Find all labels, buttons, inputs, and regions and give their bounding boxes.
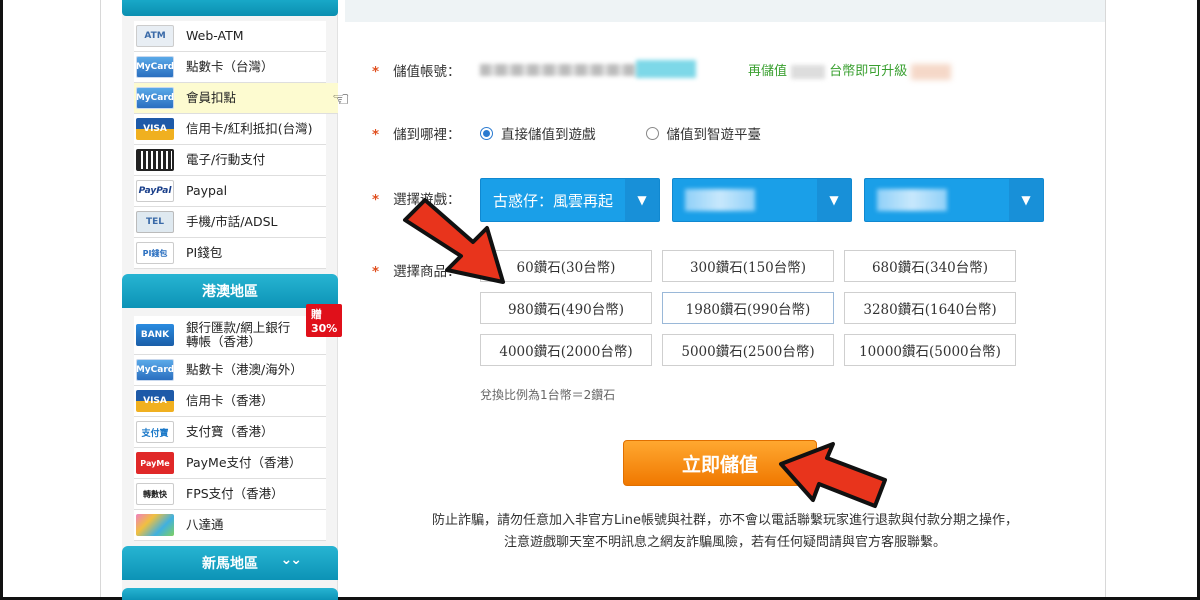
server-select[interactable]: ▼ — [672, 178, 852, 222]
server-value-blurred — [685, 189, 755, 211]
target-radio-group: 直接儲值到遊戲 儲值到智遊平臺 — [480, 123, 761, 143]
sidebar-item-hk-fps[interactable]: 轉數快 FPS支付（香港） — [134, 479, 326, 510]
sidebar-item-label: FPS支付（香港） — [186, 486, 284, 501]
radio-direct-game-label[interactable]: 直接儲值到遊戲 — [501, 123, 596, 143]
alipay-icon: 支付寶 — [136, 421, 174, 443]
sidebar-item-label: 銀行匯款/網上銀行轉帳（香港） — [186, 320, 291, 349]
product-option[interactable]: 10000鑽石(5000台幣) — [844, 334, 1016, 366]
bank-icon: BANK — [136, 324, 174, 346]
fps-icon: 轉數快 — [136, 483, 174, 505]
product-option[interactable]: 1980鑽石(990台幣) — [662, 292, 834, 324]
sidebar-item-hk-bank-transfer[interactable]: BANK 銀行匯款/網上銀行轉帳（香港） 贈30% — [134, 304, 343, 355]
annotation-arrow-icon — [403, 198, 505, 284]
sidebar-item-label: Paypal — [186, 183, 228, 198]
sidebar-top-bar — [122, 0, 338, 16]
sidebar-item-taiwan-point-card[interactable]: MyCard 點數卡（台灣） — [134, 52, 326, 83]
hk-payment-list: BANK 銀行匯款/網上銀行轉帳（香港） 贈30% MyCard 點數卡（港澳/… — [134, 304, 343, 541]
notice-line: 注意遊戲聊天室不明訊息之網友詐騙風險，若有任何疑問請與官方客服聯繫。 — [503, 535, 946, 550]
caret-down-icon: ▼ — [625, 179, 659, 221]
sidebar-item-mobile-payment[interactable]: 電子/行動支付 — [134, 145, 326, 176]
caret-down-icon: ▼ — [817, 179, 851, 221]
paypal-icon: PayPal — [136, 180, 174, 202]
sidebar-item-member-points[interactable]: MyCard 會員扣點 ☜ — [134, 83, 350, 114]
product-option[interactable]: 300鑽石(150台幣) — [662, 250, 834, 282]
phone-icon: TEL — [136, 211, 174, 233]
double-chevron-down-icon: ⌄⌄ — [280, 552, 303, 568]
taiwan-payment-list: ATM Web-ATM MyCard 點數卡（台灣） MyCard 會員扣點 ☜… — [134, 21, 350, 269]
sidebar-item-label: 電子/行動支付 — [186, 152, 266, 167]
sidebar-item-phone-adsl[interactable]: TEL 手機/市話/ADSL — [134, 207, 326, 238]
mycard-icon: MyCard — [136, 87, 174, 109]
sidebar-item-pi-wallet[interactable]: PI錢包 PI錢包 — [134, 238, 326, 269]
sidebar-item-hk-point-card[interactable]: MyCard 點數卡（港澳/海外） — [134, 355, 326, 386]
bonus-badge: 贈30% — [306, 304, 343, 337]
amount-blurred — [791, 64, 826, 79]
sidebar-item-credit-card-tw[interactable]: VISA 信用卡/紅利抵扣(台灣) — [134, 114, 326, 145]
mycard-icon: MyCard — [136, 359, 174, 381]
sidebar-item-label: PayMe支付（香港） — [186, 455, 302, 470]
mycard-icon: MyCard — [136, 56, 174, 78]
octopus-icon — [136, 514, 174, 536]
sidebar-item-label: 信用卡/紅利抵扣(台灣) — [186, 121, 313, 136]
required-star-icon: * — [372, 264, 380, 280]
radio-platform[interactable] — [645, 126, 659, 140]
sidebar-item-hk-credit-card[interactable]: VISA 信用卡（香港） — [134, 386, 326, 417]
sidebar-item-hk-payme[interactable]: PayMe PayMe支付（香港） — [134, 448, 326, 479]
caret-down-icon: ▼ — [1009, 179, 1043, 221]
region-header-next — [122, 588, 338, 600]
sidebar-item-label: 點數卡（台灣） — [186, 59, 274, 74]
sidebar-item-label: 手機/市話/ADSL — [186, 214, 278, 229]
visa-icon: VISA — [136, 118, 174, 140]
product-option[interactable]: 680鑽石(340台幣) — [844, 250, 1016, 282]
product-option[interactable]: 3280鑽石(1640台幣) — [844, 292, 1016, 324]
annotation-arrow-icon — [779, 442, 887, 508]
character-value-blurred — [877, 189, 947, 211]
payme-icon: PayMe — [136, 452, 174, 474]
region-header-label: 新馬地區 — [202, 556, 258, 572]
sidebar-item-label: PI錢包 — [186, 245, 223, 260]
sidebar-item-label: 會員扣點 — [186, 90, 237, 105]
account-label: * 儲值帳號： — [372, 64, 461, 80]
pointing-hand-icon: ☜ — [332, 87, 350, 111]
level-blurred — [911, 63, 952, 80]
webatm-icon: ATM — [136, 25, 174, 47]
account-value-blurred — [636, 60, 696, 78]
top-strip — [345, 0, 1105, 22]
region-header-sg-my[interactable]: 新馬地區 ⌄⌄ — [122, 546, 338, 580]
required-star-icon: * — [372, 64, 380, 80]
region-header-hk-macau[interactable]: 港澳地區 — [122, 274, 338, 308]
sidebar-item-octopus[interactable]: 八達通 — [134, 510, 326, 541]
fraud-notice: 防止詐騙，請勿任意加入非官方Line帳號與社群，亦不會以電話聯繫玩家進行退款與付… — [360, 510, 1090, 554]
product-option[interactable]: 980鑽石(490台幣) — [480, 292, 652, 324]
exchange-ratio-text: 兌換比例為1台幣＝2鑽石 — [480, 388, 616, 402]
piwallet-icon: PI錢包 — [136, 242, 174, 264]
sidebar-item-label: 點數卡（港澳/海外） — [186, 362, 303, 377]
product-option[interactable]: 4000鑽石(2000台幣) — [480, 334, 652, 366]
radio-platform-label[interactable]: 儲值到智遊平臺 — [667, 123, 762, 143]
account-value-blurred — [480, 64, 640, 76]
required-star-icon: * — [372, 127, 380, 143]
sidebar-item-label: 八達通 — [186, 517, 224, 532]
qrcode-icon — [136, 149, 174, 171]
sidebar-item-hk-alipay[interactable]: 支付寶 支付寶（香港） — [134, 417, 326, 448]
radio-direct-game[interactable] — [480, 126, 493, 140]
region-header-label: 港澳地區 — [202, 284, 258, 300]
target-label: * 儲到哪裡： — [372, 127, 461, 143]
sidebar-item-webatm[interactable]: ATM Web-ATM — [134, 21, 326, 52]
required-star-icon: * — [372, 192, 380, 208]
sidebar-item-label: 支付寶（香港） — [186, 424, 274, 439]
product-option[interactable]: 5000鑽石(2500台幣) — [662, 334, 834, 366]
sidebar-item-paypal[interactable]: PayPal Paypal — [134, 176, 326, 207]
upgrade-hint: 再儲值 台幣即可升級 — [748, 60, 952, 80]
character-select[interactable]: ▼ — [864, 178, 1044, 222]
payment-sidebar: ATM Web-ATM MyCard 點數卡（台灣） MyCard 會員扣點 ☜… — [122, 0, 350, 600]
sidebar-item-label: 信用卡（香港） — [186, 393, 274, 408]
notice-line: 防止詐騙，請勿任意加入非官方Line帳號與社群，亦不會以電話聯繫玩家進行退款與付… — [431, 513, 1019, 528]
sidebar-item-label: Web-ATM — [186, 28, 244, 43]
visa-icon: VISA — [136, 390, 174, 412]
